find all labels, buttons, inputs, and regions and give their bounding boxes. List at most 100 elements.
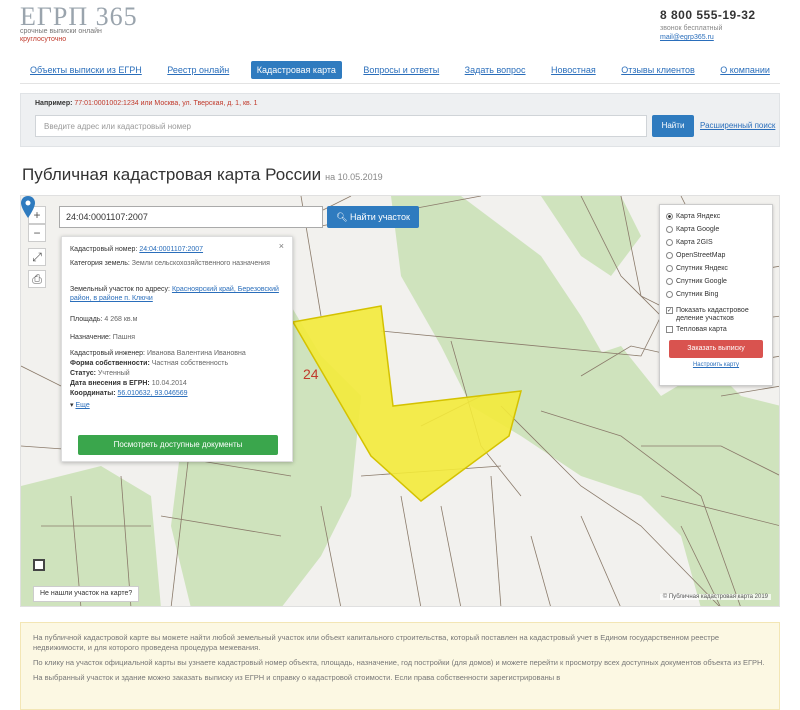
tagline-line2: круглосуточно bbox=[20, 36, 67, 43]
nav-item-cadastral-map[interactable]: Кадастровая карта bbox=[250, 60, 342, 79]
fullscreen-icon[interactable] bbox=[33, 559, 45, 571]
layer-label: Карта Google bbox=[676, 226, 720, 233]
value: Земли сельскохозяйственного назначения bbox=[131, 260, 270, 267]
phone-number[interactable]: 8 800 555-19-32 bbox=[660, 8, 770, 22]
radio-icon[interactable] bbox=[666, 291, 673, 298]
layer-options: ✓ Показать кадастровое деление участков Т… bbox=[666, 307, 766, 334]
value: 4 268 кв.м bbox=[104, 316, 138, 323]
header: ЕГРП 365 срочные выписки онлайн круглосу… bbox=[0, 0, 800, 50]
layer-option[interactable]: Карта 2GIS bbox=[666, 236, 766, 249]
find-button[interactable]: Найти bbox=[652, 115, 694, 137]
print-icon[interactable]: ⎙ bbox=[28, 270, 46, 288]
search-panel: Например: 77:01:0001002:1234 или Москва,… bbox=[20, 93, 780, 147]
option-cadastral-division[interactable]: ✓ Показать кадастровое деление участков bbox=[666, 307, 766, 323]
option-label: Тепловая карта bbox=[676, 326, 727, 333]
search-hint-text: 77:01:0001002:1234 или Москва, ул. Тверс… bbox=[74, 100, 258, 107]
map-layers-panel: Карта Яндекс Карта Google Карта 2GIS Ope… bbox=[659, 204, 773, 386]
popup-area: Площадь: 4 268 кв.м bbox=[70, 315, 286, 324]
phone-note: звонок бесплатный bbox=[660, 25, 723, 32]
nav-item-reviews[interactable]: Отзывы клиентов bbox=[617, 62, 699, 78]
nav-item-faq[interactable]: Вопросы и ответы bbox=[359, 62, 443, 78]
find-plot-label: Найти участок bbox=[350, 212, 410, 222]
main-nav: Объекты выписки из ЕГРН Реестр онлайн Ка… bbox=[20, 56, 780, 84]
email-link[interactable]: mail@egrp365.ru bbox=[660, 34, 770, 41]
label: Кадастровый инженер: bbox=[70, 350, 145, 357]
layer-option[interactable]: Спутник Яндекс bbox=[666, 262, 766, 275]
label: Координаты: bbox=[70, 390, 116, 397]
checkbox-checked-icon[interactable]: ✓ bbox=[666, 307, 673, 314]
nav-item-news[interactable]: Новостная bbox=[547, 62, 600, 78]
layer-option[interactable]: OpenStreetMap bbox=[666, 249, 766, 262]
radio-icon[interactable] bbox=[666, 265, 673, 272]
nav-item-objects[interactable]: Объекты выписки из ЕГРН bbox=[26, 62, 146, 78]
info-notice: На публичной кадастровой карте вы можете… bbox=[20, 622, 780, 710]
layer-option[interactable]: Карта Google bbox=[666, 223, 766, 236]
tagline: срочные выписки онлайн круглосуточно bbox=[20, 28, 102, 44]
option-heatmap[interactable]: Тепловая карта bbox=[666, 326, 766, 334]
value: Иванова Валентина Ивановна bbox=[146, 350, 246, 357]
layer-label: Спутник Google bbox=[676, 278, 727, 285]
popup-coords: Координаты: 56.010632, 93.046569 bbox=[70, 389, 286, 398]
label: Статус: bbox=[70, 370, 96, 377]
label: Назначение: bbox=[70, 334, 111, 341]
popup-engineer: Кадастровый инженер: Иванова Валентина И… bbox=[70, 349, 286, 358]
radio-icon[interactable] bbox=[666, 226, 673, 233]
popup-more: ▾ Еще bbox=[70, 401, 286, 410]
label: Форма собственности: bbox=[70, 360, 150, 367]
nav-item-about[interactable]: О компании bbox=[716, 62, 774, 78]
value: Частная собственность bbox=[151, 360, 229, 367]
label: Категория земель: bbox=[70, 260, 130, 267]
search-hint-label: Например: bbox=[35, 100, 73, 107]
label: Земельный участок по адресу: bbox=[70, 286, 170, 293]
nav-item-registry[interactable]: Реестр онлайн bbox=[163, 62, 233, 78]
radio-icon[interactable] bbox=[666, 213, 673, 220]
contact-block: 8 800 555-19-32 звонок бесплатный mail@e… bbox=[660, 8, 770, 41]
radio-icon[interactable] bbox=[666, 252, 673, 259]
popup-purpose: Назначение: Пашня bbox=[70, 333, 286, 342]
value[interactable]: 24:04:0001107:2007 bbox=[139, 246, 203, 253]
value: Пашня bbox=[112, 334, 135, 341]
label: Кадастровый номер: bbox=[70, 246, 138, 253]
value[interactable]: 56.010632, 93.046569 bbox=[117, 390, 187, 397]
nav-item-ask[interactable]: Задать вопрос bbox=[461, 62, 530, 78]
parcel-info-popup: × Кадастровый номер: 24:04:0001107:2007 … bbox=[61, 236, 293, 462]
popup-address: Земельный участок по адресу: Красноярски… bbox=[70, 285, 286, 303]
cadastral-map[interactable]: + − ⤢ ⎙ 24:04:0001107:2007 🔍︎ Найти учас… bbox=[20, 195, 780, 607]
page-title: Публичная кадастровая карта России на 10.… bbox=[22, 165, 383, 185]
order-extract-button[interactable]: Заказать выписку bbox=[669, 340, 763, 358]
layer-option[interactable]: Спутник Google bbox=[666, 275, 766, 288]
chevron-down-icon: ▾ bbox=[70, 402, 74, 409]
zone-label: 24 bbox=[303, 366, 319, 382]
advanced-search-link[interactable]: Расширенный поиск bbox=[700, 121, 775, 130]
layer-option[interactable]: Спутник Bing bbox=[666, 288, 766, 301]
value: Учтенный bbox=[97, 370, 130, 377]
notice-paragraph: На выбранный участок и здание можно зака… bbox=[33, 673, 561, 682]
zoom-out-icon[interactable]: − bbox=[28, 224, 46, 242]
notice-paragraph: По клику на участок официальной карты вы… bbox=[33, 658, 765, 667]
layer-label: Спутник Яндекс bbox=[676, 265, 728, 272]
ruler-icon[interactable]: ⤢ bbox=[28, 248, 46, 266]
radio-icon[interactable] bbox=[666, 278, 673, 285]
green-area bbox=[541, 196, 641, 276]
popup-category: Категория земель: Земли сельскохозяйстве… bbox=[70, 259, 286, 268]
map-attribution: © Публичная кадастровая карта 2019 bbox=[659, 594, 771, 600]
popup-cad-number: Кадастровый номер: 24:04:0001107:2007 bbox=[70, 245, 286, 254]
layer-label: Карта Яндекс bbox=[676, 213, 721, 220]
popup-date: Дата внесения в ЕГРН: 10.04.2014 bbox=[70, 379, 286, 388]
cadastral-number-input[interactable]: 24:04:0001107:2007 bbox=[59, 206, 323, 228]
map-pin-icon[interactable] bbox=[21, 196, 35, 218]
page-title-date: на 10.05.2019 bbox=[325, 172, 383, 182]
layer-option[interactable]: Карта Яндекс bbox=[666, 210, 766, 223]
view-documents-button[interactable]: Посмотреть доступные документы bbox=[78, 435, 278, 455]
setup-map-link[interactable]: Настроить карту bbox=[666, 362, 766, 368]
page-title-text: Публичная кадастровая карта России bbox=[22, 165, 322, 184]
label: Площадь: bbox=[70, 316, 103, 323]
popup-status: Статус: Учтенный bbox=[70, 369, 286, 378]
not-found-button[interactable]: Не нашли участок на карте? bbox=[33, 586, 140, 602]
find-plot-button[interactable]: 🔍︎ Найти участок bbox=[327, 206, 419, 228]
popup-ownership: Форма собственности: Частная собственнос… bbox=[70, 359, 286, 368]
search-input[interactable]: Введите адрес или кадастровый номер bbox=[35, 115, 647, 137]
radio-icon[interactable] bbox=[666, 239, 673, 246]
checkbox-icon[interactable] bbox=[666, 326, 673, 333]
more-link[interactable]: Еще bbox=[75, 402, 89, 409]
